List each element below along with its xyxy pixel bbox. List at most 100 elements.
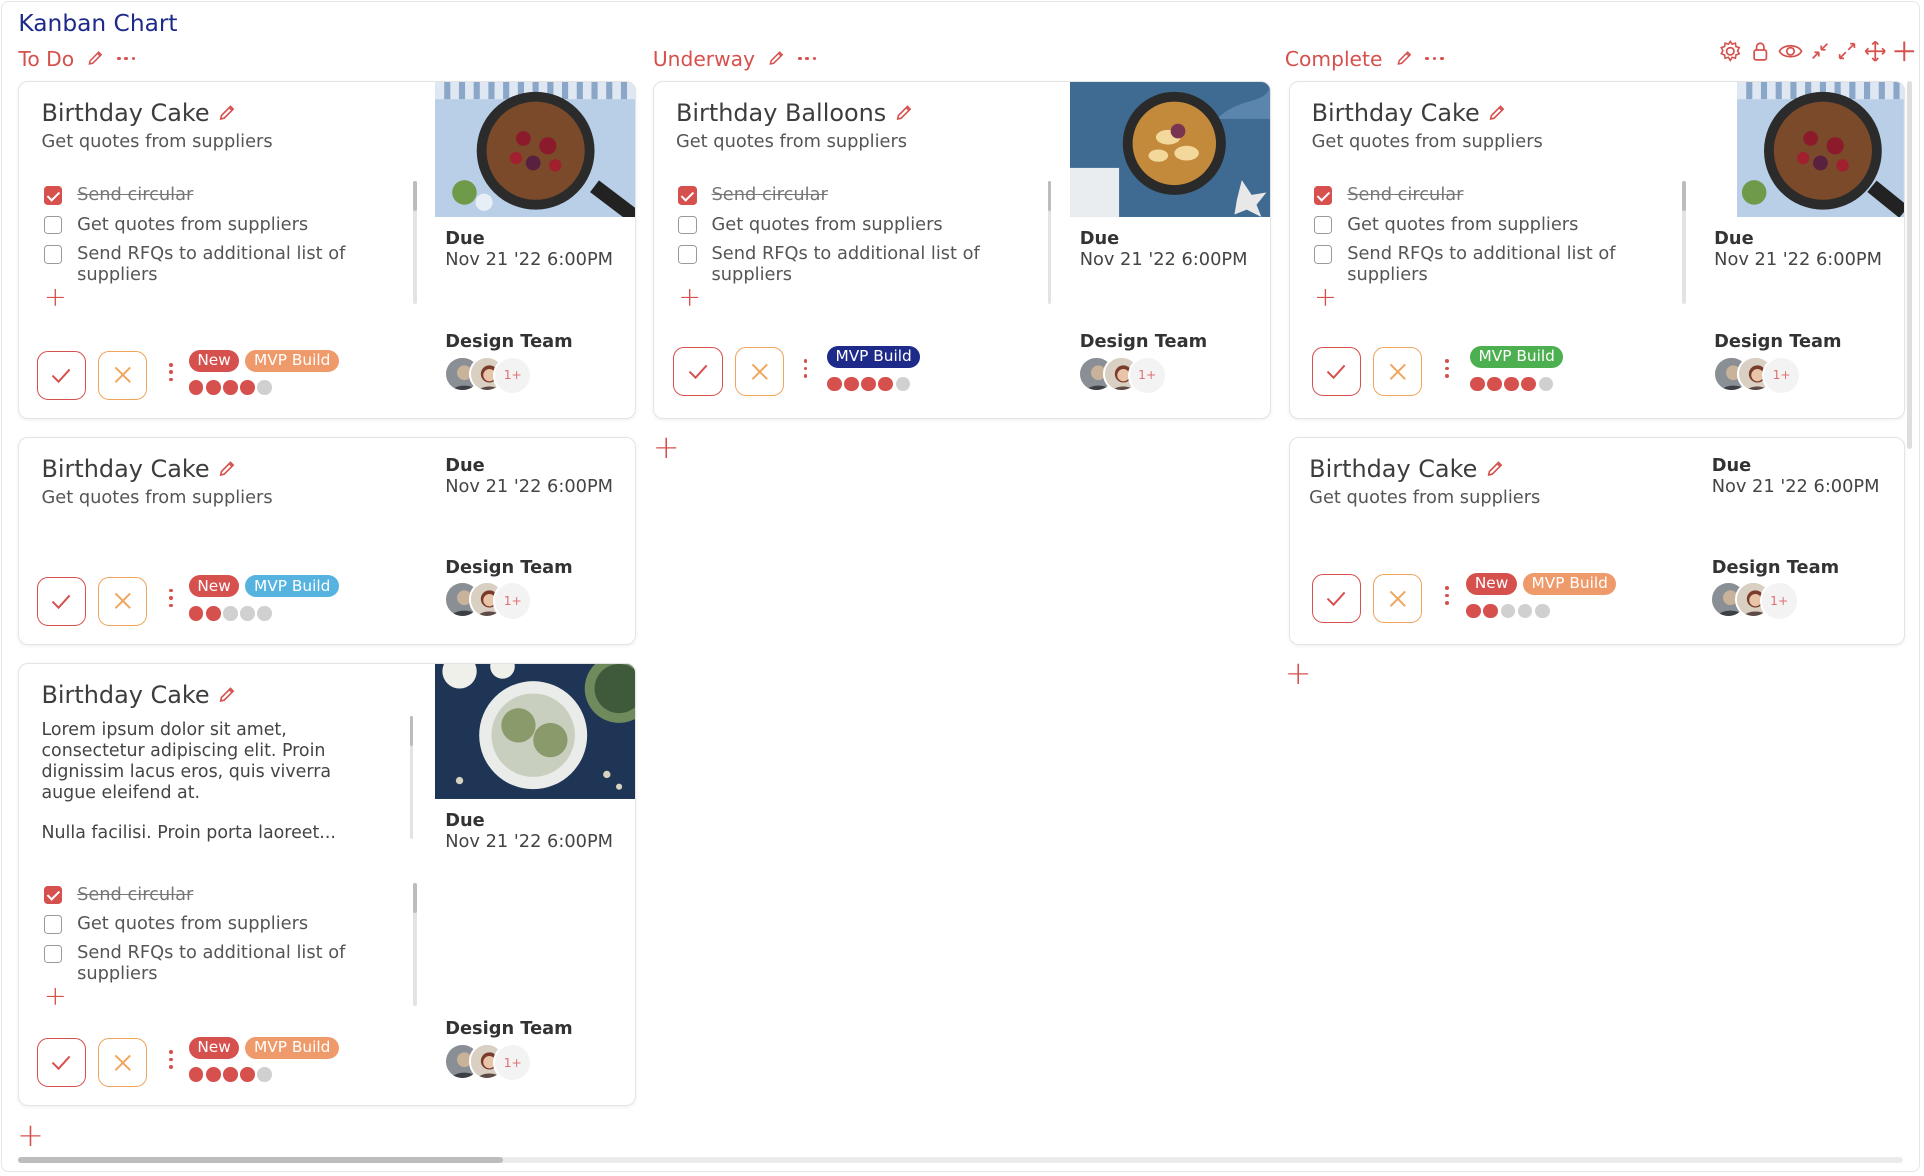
card-title: Birthday Cake <box>41 455 210 484</box>
kanban-card[interactable]: Birthday Cake Get quotes from suppliers … <box>18 80 637 420</box>
checklist-item[interactable]: Send circular <box>1314 184 1670 206</box>
reject-button[interactable] <box>97 350 148 400</box>
vertical-scrollbar[interactable] <box>1907 80 1912 1156</box>
assignees[interactable]: 1+ <box>1710 581 1799 621</box>
add-checklist-item-icon[interactable]: + <box>44 284 67 311</box>
edit-icon[interactable] <box>86 49 104 67</box>
checkbox[interactable] <box>1314 245 1333 264</box>
checkbox[interactable] <box>678 215 697 235</box>
kanban-card[interactable]: Birthday Balloons Get quotes from suppli… <box>652 80 1271 420</box>
team-label: Design Team <box>445 556 573 578</box>
expand-icon[interactable] <box>1836 40 1858 62</box>
more-icon[interactable] <box>1425 56 1444 61</box>
approve-button[interactable] <box>36 350 86 400</box>
add-card-button[interactable]: + <box>17 1119 44 1151</box>
lock-icon[interactable] <box>1748 39 1773 64</box>
checklist-item[interactable]: Send RFQs to additional list of supplier… <box>1314 243 1670 286</box>
kanban-card[interactable]: Birthday Cake Lorem ipsum dolor sit amet… <box>18 662 637 1107</box>
progress-dot <box>205 606 221 621</box>
checkbox[interactable] <box>1314 215 1333 235</box>
card-menu-icon[interactable] <box>169 363 173 385</box>
reject-button[interactable] <box>97 576 148 626</box>
move-icon[interactable] <box>1863 39 1888 64</box>
card-menu-icon[interactable] <box>803 359 808 381</box>
edit-icon[interactable] <box>1487 103 1507 123</box>
checkbox[interactable] <box>678 245 697 264</box>
description-scrollbar[interactable] <box>409 716 414 840</box>
more-icon[interactable] <box>797 56 817 61</box>
approve-button[interactable] <box>1311 574 1361 624</box>
checklist-item[interactable]: Send circular <box>678 184 1034 206</box>
gear-icon[interactable] <box>1718 39 1743 64</box>
checkbox[interactable] <box>43 915 63 934</box>
collapse-icon[interactable] <box>1809 40 1831 62</box>
card-menu-icon[interactable] <box>169 1050 173 1072</box>
card-menu-icon[interactable] <box>1445 359 1450 381</box>
progress-dot <box>1483 603 1499 619</box>
add-checklist-item-icon[interactable]: + <box>678 284 701 311</box>
checkbox-checked[interactable] <box>1314 186 1333 205</box>
checkbox-checked[interactable] <box>678 186 697 205</box>
reject-button[interactable] <box>1372 347 1423 397</box>
checklist-item[interactable]: Get quotes from suppliers <box>43 214 400 236</box>
edit-icon[interactable] <box>767 49 785 67</box>
assignees[interactable]: 1+ <box>444 1042 533 1083</box>
horizontal-scrollbar[interactable] <box>18 1157 1904 1164</box>
more-assignees-badge[interactable]: 1+ <box>1759 581 1799 621</box>
checklist-item[interactable]: Get quotes from suppliers <box>1314 214 1670 236</box>
reject-button[interactable] <box>1372 574 1423 624</box>
checklist-item[interactable]: Send RFQs to additional list of supplier… <box>678 243 1034 286</box>
edit-icon[interactable] <box>217 459 237 479</box>
more-assignees-badge[interactable]: 1+ <box>493 355 533 395</box>
assignees[interactable]: 1+ <box>1078 355 1167 395</box>
kanban-card[interactable]: Birthday Cake Get quotes from suppliers … <box>1288 436 1906 646</box>
card-menu-icon[interactable] <box>1445 586 1450 608</box>
approve-button[interactable] <box>673 347 723 397</box>
scrollbar-thumb[interactable] <box>18 1157 504 1164</box>
reject-button[interactable] <box>734 347 784 397</box>
checklist-item[interactable]: Send RFQs to additional list of supplier… <box>43 943 400 985</box>
checklist-item[interactable]: Send circular <box>43 184 400 206</box>
edit-icon[interactable] <box>217 685 237 705</box>
checklist-item[interactable]: Send RFQs to additional list of supplier… <box>43 243 400 286</box>
add-checklist-item-icon[interactable]: + <box>1314 284 1337 311</box>
more-icon[interactable] <box>117 56 136 61</box>
more-assignees-badge[interactable]: 1+ <box>1127 355 1167 395</box>
more-assignees-badge[interactable]: 1+ <box>1762 355 1802 395</box>
assignees[interactable]: 1+ <box>1712 355 1802 395</box>
checklist-scrollbar[interactable] <box>413 181 417 305</box>
add-card-button[interactable]: + <box>653 431 680 463</box>
reject-button[interactable] <box>97 1037 148 1088</box>
edit-icon[interactable] <box>217 103 237 123</box>
more-assignees-badge[interactable]: 1+ <box>493 1042 533 1083</box>
approve-button[interactable] <box>1311 347 1361 397</box>
checklist-scrollbar[interactable] <box>1682 181 1686 305</box>
checkbox[interactable] <box>43 245 63 264</box>
checkbox-checked[interactable] <box>43 186 63 205</box>
more-assignees-badge[interactable]: 1+ <box>493 581 533 621</box>
checklist-scrollbar[interactable] <box>1047 181 1052 305</box>
edit-icon[interactable] <box>1395 49 1413 67</box>
kanban-card[interactable]: Birthday Cake Get quotes from suppliers … <box>18 436 637 646</box>
due-label: Due <box>445 455 485 477</box>
add-icon[interactable] <box>1892 39 1917 64</box>
edit-icon[interactable] <box>1485 459 1505 479</box>
card-menu-icon[interactable] <box>169 588 173 611</box>
checklist-scrollbar[interactable] <box>413 883 417 1007</box>
scrollbar-thumb[interactable] <box>1907 80 1912 450</box>
checklist-item[interactable]: Get quotes from suppliers <box>678 214 1034 236</box>
assignees[interactable]: 1+ <box>444 581 533 621</box>
assignees[interactable]: 1+ <box>444 355 533 395</box>
checklist-item[interactable]: Get quotes from suppliers <box>43 913 400 935</box>
approve-button[interactable] <box>36 1037 86 1088</box>
approve-button[interactable] <box>36 576 86 626</box>
checkbox[interactable] <box>43 215 63 235</box>
eye-icon[interactable] <box>1777 39 1804 64</box>
checkbox-checked[interactable] <box>43 885 63 905</box>
checklist-item[interactable]: Send circular <box>43 884 400 906</box>
kanban-card[interactable]: Birthday Cake Get quotes from suppliers … <box>1288 80 1906 420</box>
add-card-button[interactable]: + <box>1285 657 1312 689</box>
checkbox[interactable] <box>43 944 63 964</box>
add-checklist-item-icon[interactable]: + <box>44 983 67 1010</box>
edit-icon[interactable] <box>894 103 914 123</box>
